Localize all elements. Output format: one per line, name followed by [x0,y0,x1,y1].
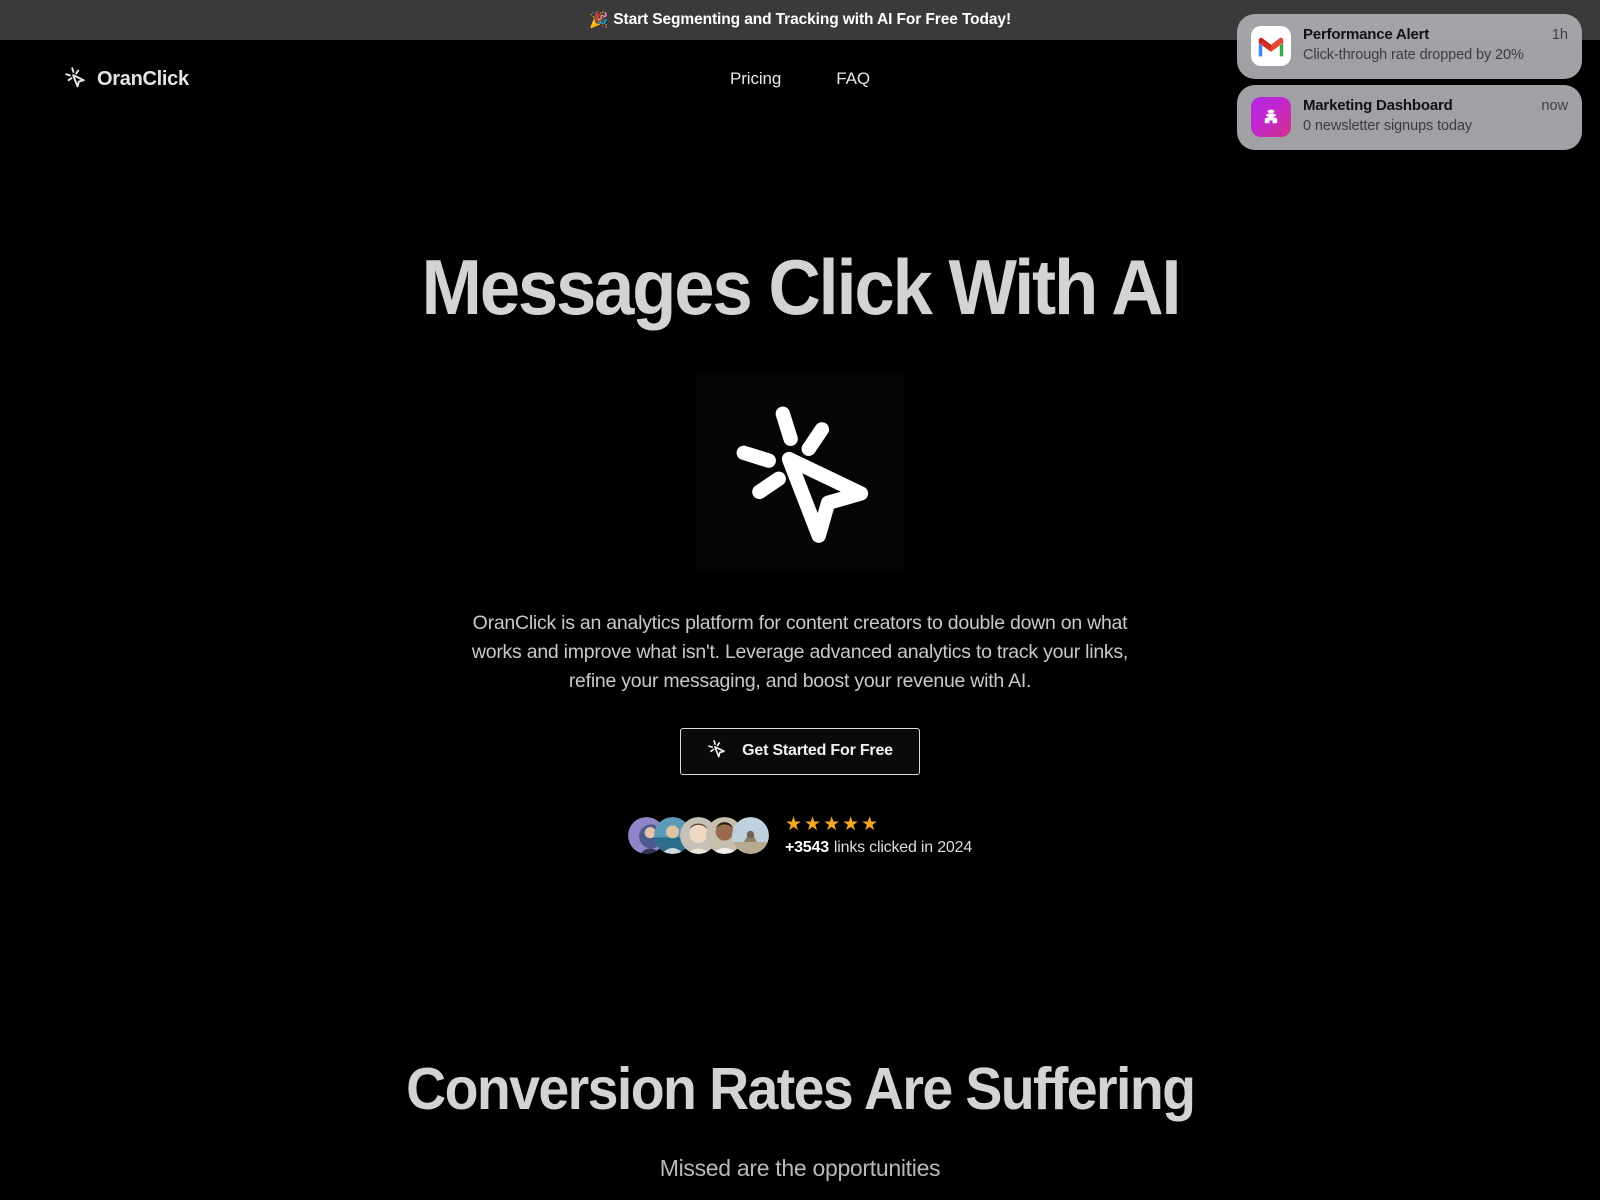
click-cursor-icon [707,739,726,763]
social-proof-text-block: ★ ★ ★ ★ ★ +3543 links clicked in 2024 [785,815,972,857]
avatar [731,817,769,855]
hero-section: Messages Click With AI OranClick is an a… [0,118,1600,857]
star-rating: ★ ★ ★ ★ ★ [785,815,972,834]
brand-name: OranClick [97,67,189,90]
star-icon: ★ [784,813,803,835]
nav-link-pricing[interactable]: Pricing [730,69,781,89]
star-icon: ★ [804,813,822,835]
star-icon: ★ [823,813,841,835]
notification-title: Marketing Dashboard [1303,97,1453,114]
notification-title: Performance Alert [1303,26,1430,43]
conversion-section-title: Conversion Rates Are Suffering [405,1056,1196,1122]
click-cursor-icon [725,395,875,550]
notification-marketing-dashboard[interactable]: Marketing Dashboard now 0 newsletter sig… [1237,85,1582,150]
promo-banner-text: Start Segmenting and Tracking with AI Fo… [613,11,1012,28]
hero-description: OranClick is an analytics platform for c… [471,612,1129,692]
notification-stack: Performance Alert 1h Click-through rate … [1237,14,1582,150]
click-cursor-icon [64,66,86,93]
star-icon: ★ [842,813,860,835]
get-started-button-label: Get Started For Free [742,742,893,760]
avatar-group [627,817,769,855]
party-popper-icon: 🎉 [588,11,609,29]
notification-message: 0 newsletter signups today [1303,118,1473,135]
nav-link-faq[interactable]: FAQ [836,69,870,89]
conversion-section: Conversion Rates Are Suffering Missed ar… [0,1060,1600,1182]
social-proof-caption: +3543 links clicked in 2024 [785,839,972,857]
hero-visual [696,372,904,572]
nav-links: Pricing FAQ [730,69,870,89]
social-proof-caption-text: links clicked in 2024 [833,838,973,856]
star-icon: ★ [861,813,879,835]
notification-body: Performance Alert 1h Click-through rate … [1303,26,1568,65]
notification-message: Click-through rate dropped by 20% [1303,47,1524,64]
brand-logo[interactable]: OranClick [64,66,189,93]
gmail-icon [1251,26,1291,66]
notification-timestamp: now [1541,98,1568,114]
hive-dashboard-icon [1251,97,1291,137]
conversion-section-subtitle: Missed are the opportunities [659,1155,941,1181]
notification-body: Marketing Dashboard now 0 newsletter sig… [1303,97,1568,136]
hero-title: Messages Click With AI [421,243,1181,331]
social-proof: ★ ★ ★ ★ ★ +3543 links clicked in 2024 [627,815,972,857]
get-started-button[interactable]: Get Started For Free [680,727,920,775]
notification-timestamp: 1h [1551,27,1568,43]
notification-performance-alert[interactable]: Performance Alert 1h Click-through rate … [1237,14,1582,79]
social-proof-count: +3543 [784,838,829,856]
